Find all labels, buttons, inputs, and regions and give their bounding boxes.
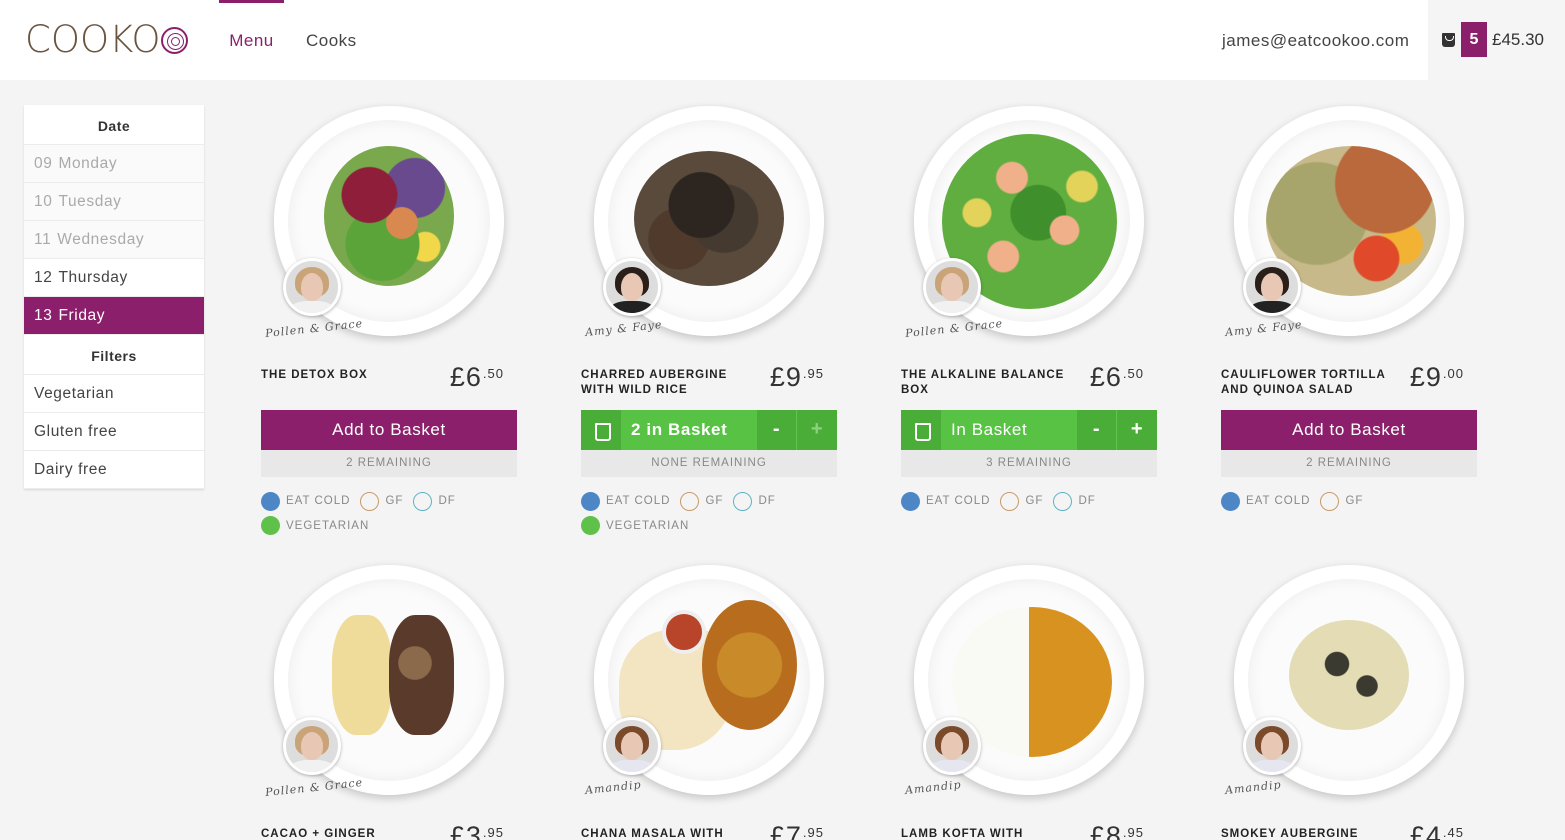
in-basket-control: 2 in Basket - + [581,410,837,450]
cook-name: Amandip [584,778,643,797]
increase-quantity-button[interactable]: + [797,410,837,450]
dish-title[interactable]: The Detox Box [261,368,431,383]
date-item-monday: 09 Monday [24,145,204,183]
add-to-basket-button[interactable]: Add to Basket [1221,410,1477,450]
eat-cold-dot-icon [901,491,920,511]
filter-gluten-free[interactable]: Gluten free [24,413,204,451]
remaining-count: 3 remaining [901,450,1157,477]
dish-title[interactable]: The Alkaline Balance Box [901,368,1071,398]
df-dot-icon [413,491,433,511]
dietary-tags: EAT COLD GF [1221,491,1477,516]
cook-avatar[interactable] [923,717,981,775]
basket-icon [901,410,941,450]
dish-title[interactable]: Cacao + Ginger Crumble Pot [261,827,431,840]
in-basket-label: In Basket [951,420,1028,439]
dish-title[interactable]: Smokey Aubergine with Yoghurt Sauce [1221,827,1391,840]
remaining-count: 2 remaining [1221,450,1477,477]
cook-name: Pollen & Grace [904,316,1004,341]
cook-name: Pollen & Grace [264,775,364,800]
gf-dot-icon [1000,491,1020,511]
dish-price: £3.95 [449,821,504,840]
tag-eat-cold: EAT COLD [901,491,990,511]
tag-vegetarian: VEGETARIAN [261,516,369,536]
cook-avatar[interactable] [283,258,341,316]
cook-avatar[interactable] [1243,717,1301,775]
gf-dot-icon [680,491,700,511]
dish-price: £6.50 [449,362,504,392]
dish-price: £6.50 [1089,362,1144,392]
tag-dairy-free: DF [413,491,455,511]
cook-name: Pollen & Grace [264,316,364,341]
tag-dairy-free: DF [1053,491,1095,511]
date-heading: Date [24,105,204,145]
tag-gluten-free: GF [360,491,403,511]
dish-title[interactable]: Cauliflower Tortilla and Quinoa Salad [1221,368,1391,398]
vegetarian-dot-icon [581,516,600,535]
basket-summary-button[interactable]: 5 £45.30 [1428,0,1565,80]
decrease-quantity-button[interactable]: - [1077,410,1117,450]
basket-icon [581,410,621,450]
logo-spiral-icon [161,26,189,54]
eat-cold-dot-icon [1221,491,1240,511]
cook-avatar[interactable] [923,258,981,316]
nav-cooks-link[interactable]: Cooks [306,31,357,51]
in-basket-label: 2 in Basket [631,420,728,439]
cook-avatar[interactable] [1243,258,1301,316]
tag-eat-cold: EAT COLD [1221,491,1310,511]
tag-vegetarian: VEGETARIAN [581,516,689,536]
df-dot-icon [1053,491,1073,511]
filters-heading: Filters [24,335,204,375]
eat-cold-dot-icon [581,491,600,511]
cook-name: Amandip [904,778,963,797]
vegetarian-dot-icon [261,516,280,535]
dietary-tags: EAT COLD GF DF VEGETARIAN [581,491,837,540]
cook-name: Amandip [1224,778,1283,797]
account-email-link[interactable]: james@eatcookoo.com [1222,31,1409,51]
nav-menu-link[interactable]: Menu [219,0,284,80]
cookoo-logo[interactable]: COOKO [25,18,189,62]
cook-avatar[interactable] [603,258,661,316]
tag-gluten-free: GF [1320,491,1363,511]
gf-dot-icon [1320,491,1340,511]
dietary-tags: EAT COLD GF DF [901,491,1157,516]
basket-icon [1442,33,1455,47]
dish-price: £9.95 [769,362,824,392]
dish-title[interactable]: Charred Aubergine with Wild Rice [581,368,751,398]
top-bar: COOKO Menu Cooks james@eatcookoo.com 5 £… [0,0,1565,80]
date-item-wednesday: 11 Wednesday [24,221,204,259]
tag-eat-cold: EAT COLD [581,491,670,511]
tag-gluten-free: GF [1000,491,1043,511]
dish-title[interactable]: Lamb Kofta with Basmati Rice [901,827,1071,840]
basket-count-badge: 5 [1461,22,1487,57]
cook-avatar[interactable] [283,717,341,775]
cook-name: Amy & Faye [1224,317,1304,340]
tag-gluten-free: GF [680,491,723,511]
tag-eat-cold: EAT COLD [261,491,350,511]
remaining-count: None remaining [581,450,837,477]
remaining-count: 2 remaining [261,450,517,477]
filter-vegetarian[interactable]: Vegetarian [24,375,204,413]
df-dot-icon [733,491,753,511]
tag-dairy-free: DF [733,491,775,511]
dish-price: £9.00 [1409,362,1464,392]
sidebar: Date 09 Monday 10 Tuesday 11 Wednesday 12 Th… [24,105,204,489]
basket-total: £45.30 [1492,30,1544,49]
increase-quantity-button[interactable]: + [1117,410,1157,450]
dietary-tags: EAT COLD GF DF VEGETARIAN [261,491,517,540]
cook-avatar[interactable] [603,717,661,775]
date-item-tuesday: 10 Tuesday [24,183,204,221]
gf-dot-icon [360,491,380,511]
dish-title[interactable]: Chana Masala with Flat Bread [581,827,751,840]
filter-dairy-free[interactable]: Dairy free [24,451,204,489]
add-to-basket-button[interactable]: Add to Basket [261,410,517,450]
eat-cold-dot-icon [261,491,280,511]
date-item-friday[interactable]: 13 Friday [24,297,204,335]
decrease-quantity-button[interactable]: - [757,410,797,450]
date-item-thursday[interactable]: 12 Thursday [24,259,204,297]
dish-price: £7.95 [769,821,824,840]
dish-price: £8.95 [1089,821,1144,840]
in-basket-control: In Basket - + [901,410,1157,450]
dish-price: £4.45 [1409,821,1464,840]
cook-name: Amy & Faye [584,317,664,340]
